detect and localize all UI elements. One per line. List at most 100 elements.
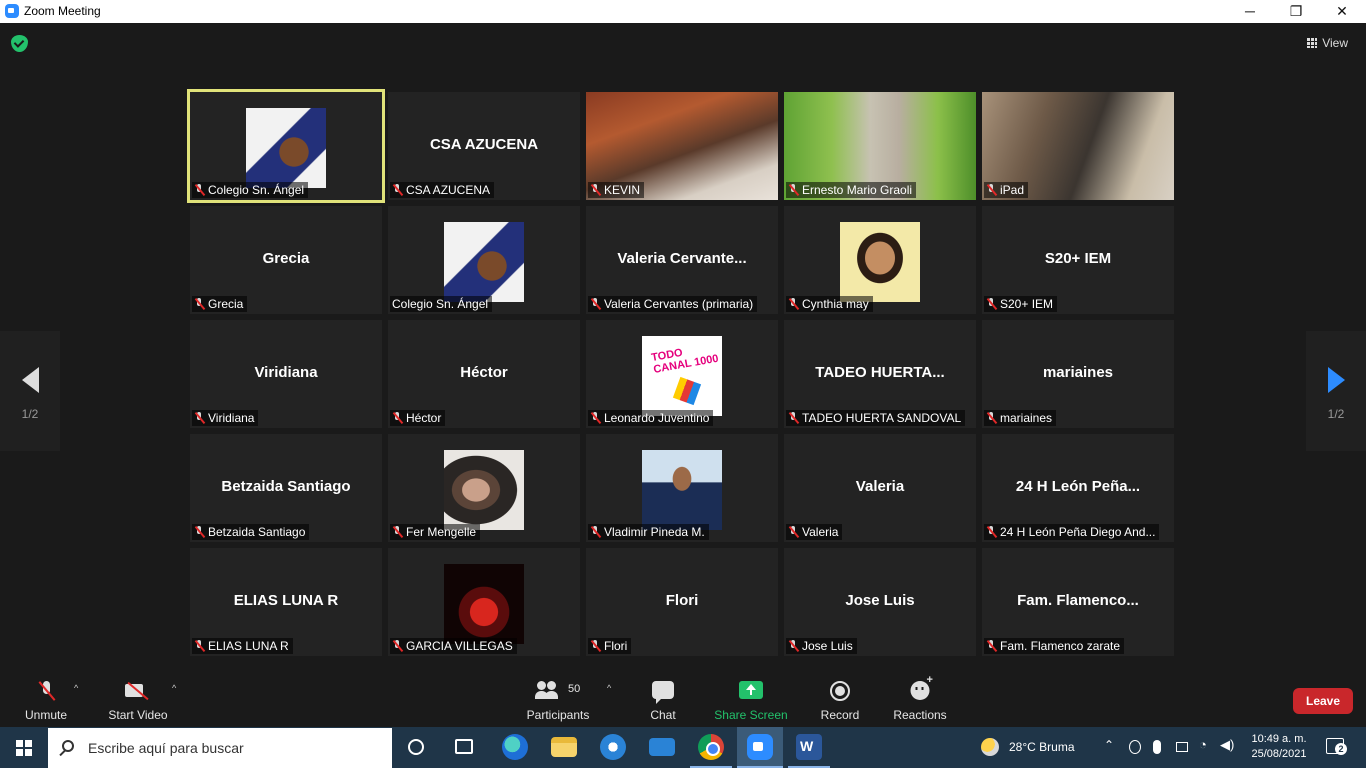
participant-tile[interactable]: 24 H León Peña... 24 H León Peña Diego An… bbox=[982, 434, 1174, 542]
chrome-icon[interactable] bbox=[698, 734, 724, 760]
volume-icon[interactable]: ◀) bbox=[1220, 737, 1234, 753]
participant-display-name: ELIAS LUNA R bbox=[233, 592, 339, 609]
participant-tile[interactable]: CSA AZUCENA CSA AZUCENA bbox=[388, 92, 580, 200]
participants-label: Participants bbox=[526, 708, 590, 722]
share-screen-icon bbox=[739, 681, 763, 699]
weather-text[interactable]: 28°C Bruma bbox=[1009, 740, 1075, 754]
participant-name-label: Vladimir Pineda M. bbox=[588, 524, 709, 540]
participant-tile[interactable]: ELIAS LUNA R ELIAS LUNA R bbox=[190, 548, 382, 656]
video-options-caret-icon[interactable]: ^ bbox=[172, 683, 176, 693]
participant-tile[interactable]: Fer Mengelle bbox=[388, 434, 580, 542]
participant-tile[interactable]: Valeria Cervante... Valeria Cervantes (pr… bbox=[586, 206, 778, 314]
show-hidden-icons-icon[interactable]: ⌃ bbox=[1104, 738, 1114, 752]
participant-name-label: CSA AZUCENA bbox=[390, 182, 495, 198]
participant-tile[interactable]: Ernesto Mario Graoli bbox=[784, 92, 976, 200]
participant-name-label: iPad bbox=[984, 182, 1029, 198]
mail-icon[interactable] bbox=[649, 738, 675, 756]
participant-tile[interactable]: Valeria Valeria bbox=[784, 434, 976, 542]
participant-tile[interactable]: GARCIA VILLEGAS bbox=[388, 548, 580, 656]
participant-tile[interactable]: KEVIN bbox=[586, 92, 778, 200]
participant-name-label: KEVIN bbox=[588, 182, 645, 198]
participant-tile[interactable]: Grecia Grecia bbox=[190, 206, 382, 314]
participant-display-name: Fam. Flamenco... bbox=[1017, 592, 1139, 609]
taskbar-search-box[interactable]: Escribe aquí para buscar bbox=[48, 728, 392, 768]
muted-mic-icon bbox=[194, 298, 205, 310]
participant-display-name: Viridiana bbox=[254, 364, 318, 381]
word-icon[interactable] bbox=[796, 734, 822, 760]
battery-icon[interactable] bbox=[1176, 742, 1188, 752]
view-label: View bbox=[1322, 36, 1348, 50]
notifications-icon[interactable]: 2 bbox=[1326, 738, 1347, 755]
clock-time: 10:49 a. m. bbox=[1251, 733, 1307, 745]
file-explorer-icon[interactable] bbox=[551, 737, 577, 757]
participant-tile[interactable]: Vladimir Pineda M. bbox=[586, 434, 778, 542]
internet-explorer-icon[interactable] bbox=[600, 734, 626, 760]
participant-tile[interactable]: Jose Luis Jose Luis bbox=[784, 548, 976, 656]
view-button[interactable]: View bbox=[1307, 36, 1348, 50]
wifi-icon[interactable]: ◔ bbox=[1199, 737, 1207, 752]
participant-tile[interactable]: Héctor Héctor bbox=[388, 320, 580, 428]
cortana-icon[interactable] bbox=[408, 739, 424, 755]
muted-mic-icon bbox=[590, 412, 601, 424]
next-page-button[interactable]: 1/2 bbox=[1306, 331, 1366, 451]
participant-display-name: Betzaida Santiago bbox=[221, 478, 351, 495]
participant-name: CSA AZUCENA bbox=[406, 183, 491, 197]
record-label: Record bbox=[820, 708, 860, 722]
encryption-shield-icon[interactable] bbox=[11, 35, 28, 52]
participant-avatar bbox=[642, 450, 722, 530]
microphone-tray-icon[interactable] bbox=[1153, 740, 1161, 754]
participant-tile[interactable]: S20+ IEM S20+ IEM bbox=[982, 206, 1174, 314]
participant-tile[interactable]: Fam. Flamenco... Fam. Flamenco zarate bbox=[982, 548, 1174, 656]
maximize-button[interactable]: ❐ bbox=[1273, 0, 1319, 23]
participant-tile[interactable]: Flori Flori bbox=[586, 548, 778, 656]
participant-avatar bbox=[246, 108, 326, 188]
participant-tile[interactable]: mariaines mariaines bbox=[982, 320, 1174, 428]
meet-now-icon[interactable] bbox=[1129, 740, 1141, 754]
participant-tile[interactable]: TADEO HUERTA... TADEO HUERTA SANDOVAL bbox=[784, 320, 976, 428]
participant-tile[interactable]: TODO CANAL 1000 Leonardo Juventino bbox=[586, 320, 778, 428]
muted-mic-icon bbox=[986, 526, 997, 538]
participant-gallery: Colegio Sn. Ángel CSA AZUCENA CSA AZUCENA K… bbox=[187, 89, 1178, 658]
windows-start-icon[interactable] bbox=[16, 740, 32, 756]
participant-display-name: Valeria bbox=[855, 478, 905, 495]
audio-options-caret-icon[interactable]: ^ bbox=[74, 683, 78, 693]
participant-name: Valeria Cervantes (primaria) bbox=[604, 297, 754, 311]
page-indicator-left: 1/2 bbox=[21, 407, 39, 421]
participant-tile[interactable]: iPad bbox=[982, 92, 1174, 200]
task-view-icon[interactable] bbox=[455, 739, 473, 754]
clock[interactable]: 10:49 a. m. 25/08/2021 bbox=[1244, 732, 1314, 762]
microphone-muted-icon bbox=[40, 681, 52, 700]
participant-display-name: Grecia bbox=[262, 250, 310, 267]
participant-name: GARCIA VILLEGAS bbox=[406, 639, 513, 653]
participant-display-name: mariaines bbox=[1042, 364, 1114, 381]
participant-name: Ernesto Mario Graoli bbox=[802, 183, 913, 197]
minimize-button[interactable]: ─ bbox=[1227, 0, 1273, 23]
participants-options-caret-icon[interactable]: ^ bbox=[607, 683, 611, 693]
participant-name-label: ELIAS LUNA R bbox=[192, 638, 293, 654]
participant-name-label: Flori bbox=[588, 638, 632, 654]
participant-tile[interactable]: Colegio Sn. Ángel bbox=[187, 89, 385, 203]
close-button[interactable]: ✕ bbox=[1319, 0, 1365, 23]
arrow-right-icon bbox=[1327, 367, 1345, 393]
participant-tile[interactable]: Viridiana Viridiana bbox=[190, 320, 382, 428]
participant-display-name: Flori bbox=[665, 592, 699, 609]
participant-tile[interactable]: Cynthia may bbox=[784, 206, 976, 314]
muted-mic-icon bbox=[788, 526, 799, 538]
participant-name-label: Fer Mengelle bbox=[390, 524, 481, 540]
weather-icon[interactable] bbox=[981, 738, 999, 756]
participant-tile[interactable]: Colegio Sn. Ángel bbox=[388, 206, 580, 314]
muted-mic-icon bbox=[392, 412, 403, 424]
participant-name: Colegio Sn. Ángel bbox=[392, 297, 489, 311]
participant-name: Vladimir Pineda M. bbox=[604, 525, 705, 539]
edge-browser-icon[interactable] bbox=[502, 734, 528, 760]
muted-mic-icon bbox=[986, 412, 997, 424]
participant-name-label: Jose Luis bbox=[786, 638, 857, 654]
leave-button[interactable]: Leave bbox=[1293, 688, 1353, 714]
participant-name: mariaines bbox=[1000, 411, 1053, 425]
participant-name-label: Colegio Sn. Ángel bbox=[390, 296, 493, 312]
search-icon bbox=[62, 740, 74, 752]
previous-page-button[interactable]: 1/2 bbox=[0, 331, 60, 451]
participant-tile[interactable]: Betzaida Santiago Betzaida Santiago bbox=[190, 434, 382, 542]
muted-mic-icon bbox=[986, 184, 997, 196]
zoom-taskbar-icon[interactable] bbox=[747, 734, 773, 760]
